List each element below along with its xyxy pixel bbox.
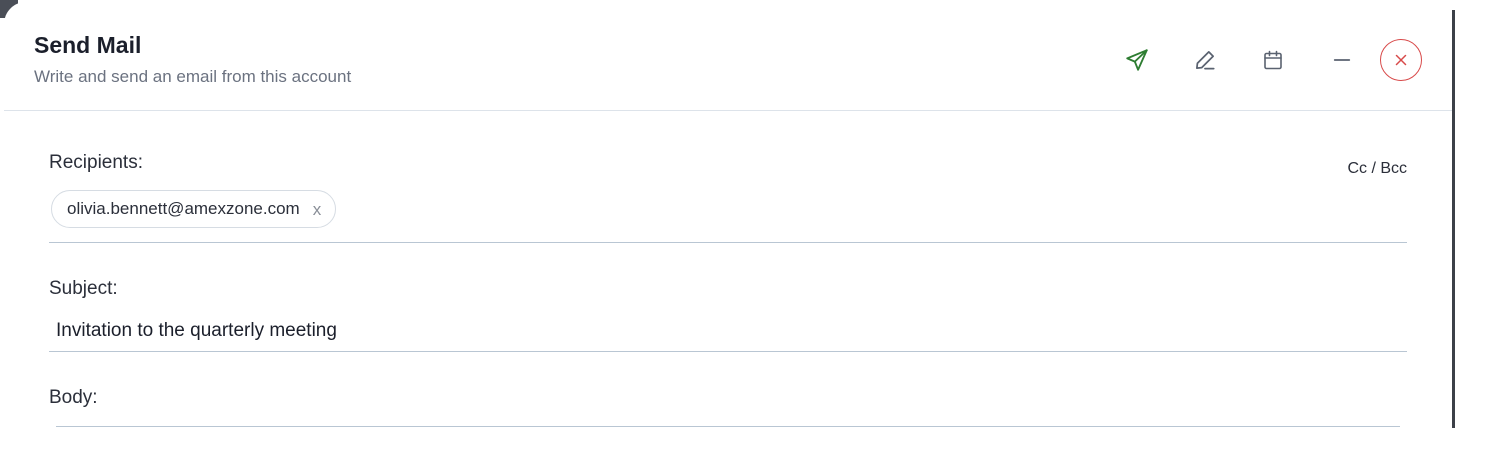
dialog-subtitle: Write and send an email from this accoun… bbox=[34, 67, 352, 86]
send-button[interactable] bbox=[1116, 39, 1158, 81]
cc-bcc-toggle[interactable]: Cc / Bcc bbox=[1347, 160, 1407, 178]
body-label: Body: bbox=[49, 387, 98, 408]
pen-icon bbox=[1192, 47, 1218, 73]
schedule-button[interactable] bbox=[1252, 39, 1294, 81]
minimize-icon bbox=[1331, 49, 1353, 71]
dialog-header: Send Mail Write and send an email from t… bbox=[4, 2, 1452, 111]
subject-label: Subject: bbox=[49, 278, 118, 299]
recipients-divider bbox=[49, 242, 1407, 243]
calendar-icon bbox=[1261, 48, 1285, 72]
subject-divider bbox=[49, 351, 1407, 352]
subject-input[interactable] bbox=[56, 320, 1356, 342]
compose-dialog: Send Mail Write and send an email from t… bbox=[4, 2, 1452, 458]
edit-button[interactable] bbox=[1184, 39, 1226, 81]
window-edge bbox=[1452, 10, 1455, 428]
body-editor-top[interactable] bbox=[56, 426, 1400, 427]
close-button[interactable] bbox=[1380, 39, 1422, 81]
minimize-button[interactable] bbox=[1321, 39, 1363, 81]
send-icon bbox=[1124, 47, 1150, 73]
recipients-label: Recipients: bbox=[49, 152, 143, 173]
recipient-chip: olivia.bennett@amexzone.com x bbox=[51, 190, 337, 228]
recipient-email: olivia.bennett@amexzone.com bbox=[67, 199, 300, 218]
dialog-title: Send Mail bbox=[34, 32, 142, 58]
remove-recipient-button[interactable]: x bbox=[313, 201, 322, 218]
close-icon bbox=[1392, 51, 1410, 69]
